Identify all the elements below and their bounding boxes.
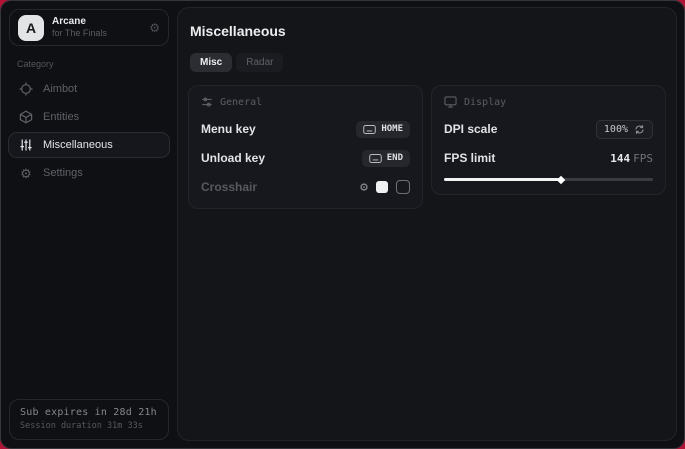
tab-radar[interactable]: Radar: [236, 53, 283, 72]
dpi-scale-value: 100%: [604, 124, 628, 135]
sub-expires-text: Sub expires in 28d 21h: [20, 407, 158, 418]
fps-limit-row: FPS limit 144FPS: [444, 150, 653, 166]
fps-limit-value: 144FPS: [610, 152, 653, 165]
crosshair-controls: ⚙: [360, 180, 410, 194]
gear-icon[interactable]: ⚙: [360, 181, 368, 194]
fps-slider-fill: [444, 178, 561, 181]
gear-icon[interactable]: ⚙: [149, 22, 160, 34]
fps-limit-label: FPS limit: [444, 151, 495, 165]
monitor-icon: [444, 96, 457, 108]
sidebar-item-settings[interactable]: ⚙ Settings: [8, 160, 170, 186]
crosshair-color-swatch[interactable]: [376, 181, 388, 193]
menu-key-bind-button[interactable]: HOME: [356, 121, 410, 138]
menu-key-value: HOME: [381, 124, 403, 134]
dpi-scale-label: DPI scale: [444, 122, 497, 136]
app-subtitle: for The Finals: [52, 28, 141, 39]
tab-misc[interactable]: Misc: [190, 53, 232, 72]
menu-key-label: Menu key: [201, 122, 256, 136]
unload-key-row: Unload key END: [201, 150, 410, 166]
app-identity: Arcane for The Finals: [52, 16, 141, 39]
subscription-card: Sub expires in 28d 21h Session duration …: [9, 399, 169, 440]
fps-unit: FPS: [633, 152, 653, 165]
sidebar-item-label: Miscellaneous: [43, 139, 113, 151]
general-card-header: General: [201, 96, 410, 108]
cube-icon: [19, 110, 33, 124]
sidebar: A Arcane for The Finals ⚙ Category Aimbo…: [1, 1, 177, 448]
sliders-icon: [201, 96, 213, 108]
fps-number: 144: [610, 152, 630, 165]
sidebar-item-label: Entities: [43, 111, 79, 123]
fps-slider-thumb[interactable]: [557, 175, 565, 183]
keyboard-icon: [369, 154, 382, 163]
cards-row: General Menu key HOME: [188, 85, 666, 209]
unload-key-value: END: [387, 153, 403, 163]
crosshair-row: Crosshair ⚙: [201, 179, 410, 195]
display-card-header: Display: [444, 96, 653, 108]
unload-key-label: Unload key: [201, 151, 265, 165]
app-logo: A: [18, 15, 44, 41]
app-name: Arcane: [52, 16, 141, 28]
main-panel: Miscellaneous Misc Radar Gene: [177, 7, 677, 441]
unload-key-bind-button[interactable]: END: [362, 150, 410, 167]
menu-key-row: Menu key HOME: [201, 121, 410, 137]
sidebar-item-aimbot[interactable]: Aimbot: [8, 76, 170, 102]
app-logo-card: A Arcane for The Finals ⚙: [9, 9, 169, 46]
app-window: A Arcane for The Finals ⚙ Category Aimbo…: [0, 0, 685, 449]
session-duration-text: Session duration 31m 33s: [20, 421, 158, 431]
sidebar-item-miscellaneous[interactable]: Miscellaneous: [8, 132, 170, 158]
sidebar-nav: Aimbot Entities: [1, 75, 177, 187]
tab-bar: Misc Radar: [190, 53, 666, 72]
crosshair-icon: [19, 82, 33, 96]
sliders-icon: [19, 138, 33, 152]
crosshair-checkbox[interactable]: [396, 180, 410, 194]
gear-icon: ⚙: [19, 166, 33, 180]
category-label: Category: [17, 59, 177, 69]
page-title: Miscellaneous: [190, 23, 666, 39]
sidebar-item-entities[interactable]: Entities: [8, 104, 170, 130]
general-card: General Menu key HOME: [188, 85, 423, 209]
refresh-icon: [634, 124, 645, 135]
dpi-scale-select[interactable]: 100%: [596, 120, 653, 139]
crosshair-label: Crosshair: [201, 180, 257, 194]
keyboard-icon: [363, 125, 376, 134]
dpi-scale-row: DPI scale 100%: [444, 121, 653, 137]
sidebar-item-label: Settings: [43, 167, 83, 179]
general-card-title: General: [220, 97, 262, 108]
sidebar-item-label: Aimbot: [43, 83, 77, 95]
display-card-title: Display: [464, 97, 506, 108]
display-card: Display DPI scale 100%: [431, 85, 666, 195]
fps-limit-slider[interactable]: [444, 178, 653, 181]
